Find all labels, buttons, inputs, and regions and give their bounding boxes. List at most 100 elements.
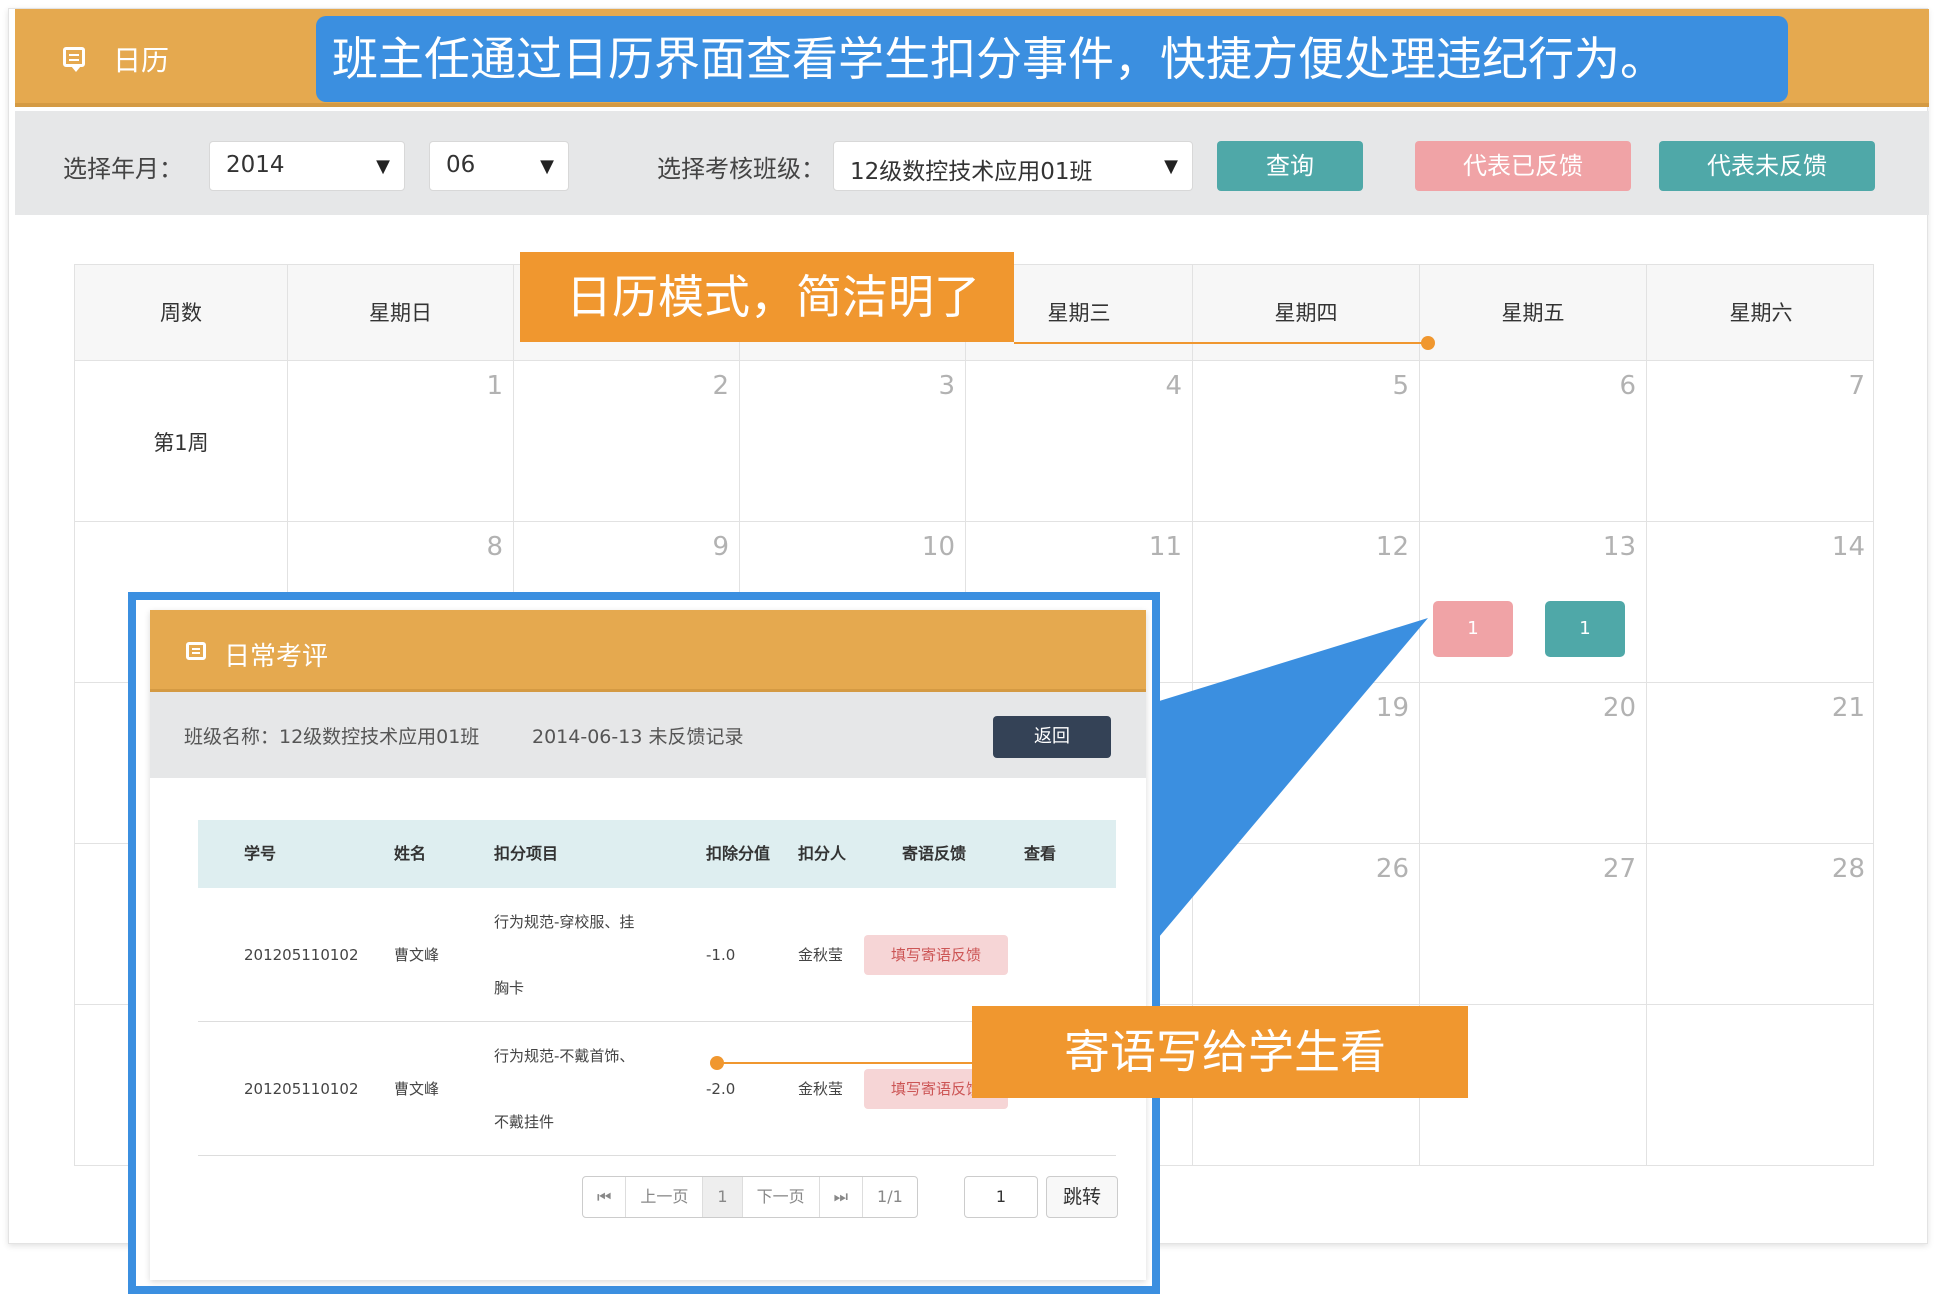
day-number: 1	[486, 371, 503, 401]
deduction-item-line2: 不戴挂件	[494, 1112, 555, 1131]
calendar-day-cell[interactable]	[1646, 1005, 1875, 1166]
student-name: 曹文峰	[394, 1080, 440, 1098]
scorer-name: 金秋莹	[798, 946, 844, 964]
col-feedback: 寄语反馈	[902, 844, 967, 863]
student-name: 曹文峰	[394, 946, 440, 964]
deduction-item-line1: 行为规范-不戴首饰、	[494, 1046, 635, 1065]
comment-icon	[63, 47, 85, 72]
calendar-day-cell[interactable]: 26	[1192, 844, 1419, 1004]
filter-toolbar: 选择年月： 2014 ▼ 06 ▼ 选择考核班级： 12级数控技术应用01班 ▼…	[15, 111, 1929, 215]
day-number: 11	[1148, 532, 1182, 562]
day-number: 20	[1602, 693, 1636, 723]
deduction-points: -2.0	[706, 1079, 736, 1098]
record-table: 学号 姓名 扣分项目 扣除分值 扣分人 寄语反馈 查看 201205110102…	[198, 820, 1116, 1156]
day-number: 3	[938, 371, 955, 401]
day-number: 4	[1165, 371, 1182, 401]
day-number: 6	[1619, 371, 1636, 401]
intro-callout: 班主任通过日历界面查看学生扣分事件，快捷方便处理违纪行为。	[316, 16, 1788, 102]
day-number: 26	[1375, 854, 1409, 884]
deduction-item-line2: 胸卡	[494, 978, 525, 997]
back-button[interactable]: 返回	[993, 716, 1111, 758]
table-row: 201205110102 曹文峰 行为规范-穿校服、挂 胸卡 -1.0 金秋莹 …	[198, 888, 1116, 1022]
deduction-item-line1: 行为规范-穿校服、挂	[494, 912, 635, 931]
deduction-points: -1.0	[706, 945, 736, 964]
deduction-item: 行为规范-不戴首饰、 不戴挂件	[494, 1022, 634, 1155]
col-student-id: 学号	[244, 844, 277, 863]
next-page-button[interactable]: 下一页	[741, 1177, 819, 1217]
header-sunday: 星期日	[287, 265, 513, 360]
day-number: 21	[1831, 693, 1865, 723]
calendar-day-cell[interactable]: 14	[1646, 522, 1875, 682]
calendar-day-cell[interactable]: 5	[1192, 361, 1419, 521]
header-friday: 星期五	[1419, 265, 1646, 360]
class-name: 班级名称：12级数控技术应用01班	[184, 726, 480, 748]
calendar-day-cell[interactable]: 1	[287, 361, 513, 521]
prev-page-button[interactable]: 上一页	[625, 1177, 702, 1217]
col-points: 扣除分值	[706, 844, 771, 863]
col-name: 姓名	[394, 844, 427, 863]
day-number: 10	[921, 532, 955, 562]
day-number: 19	[1375, 693, 1409, 723]
year-select[interactable]: 2014 ▼	[209, 141, 405, 191]
scorer-name: 金秋莹	[798, 1080, 844, 1098]
popup-frame: 日常考评 班级名称：12级数控技术应用01班 2014-06-13 未反馈记录 …	[128, 592, 1160, 1294]
day-number: 7	[1848, 371, 1865, 401]
day-number: 28	[1831, 854, 1865, 884]
day-number: 12	[1375, 532, 1409, 562]
calendar-day-cell[interactable]: 28	[1646, 844, 1875, 1004]
calendar-day-cell[interactable]: 4	[965, 361, 1192, 521]
deduction-item: 行为规范-穿校服、挂 胸卡	[494, 888, 634, 1021]
header-saturday: 星期六	[1646, 265, 1875, 360]
current-page[interactable]: 1	[702, 1177, 742, 1217]
feedback-callout: 寄语写给学生看	[972, 1006, 1468, 1098]
col-view: 查看	[1024, 844, 1057, 863]
dialog-subheader: 班级名称：12级数控技术应用01班 2014-06-13 未反馈记录 返回	[150, 692, 1146, 778]
calendar-week-row: 第1周 1 2 3 4 5 6 7	[75, 361, 1873, 522]
year-month-label: 选择年月：	[63, 155, 183, 183]
week-label: 第1周	[153, 431, 209, 455]
calendar-day-cell[interactable]: 3	[739, 361, 965, 521]
calendar-day-cell[interactable]: 6	[1419, 361, 1646, 521]
day-number: 13	[1602, 532, 1636, 562]
last-page-icon[interactable]: ⏭	[818, 1177, 862, 1217]
day-number: 9	[712, 532, 729, 562]
day-number: 8	[486, 532, 503, 562]
fed-back-badge[interactable]: 1	[1433, 601, 1513, 657]
dropdown-arrow-icon: ▼	[1164, 156, 1178, 177]
feedback-connector-dot	[710, 1056, 724, 1070]
calendar-day-cell[interactable]: 21	[1646, 683, 1875, 843]
callout-connector-dot	[1421, 336, 1435, 350]
calendar-callout: 日历模式，简洁明了	[520, 252, 1014, 342]
dropdown-arrow-icon: ▼	[376, 156, 390, 177]
day-number: 5	[1392, 371, 1409, 401]
jump-page-input[interactable]: 1	[964, 1176, 1038, 1218]
panel-title: 日历	[113, 44, 170, 77]
jump-button[interactable]: 跳转	[1046, 1176, 1118, 1218]
class-select[interactable]: 12级数控技术应用01班 ▼	[833, 141, 1193, 191]
table-header-row: 学号 姓名 扣分项目 扣除分值 扣分人 寄语反馈 查看	[198, 820, 1116, 888]
dialog-title: 日常考评	[224, 642, 329, 672]
write-feedback-button[interactable]: 填写寄语反馈	[864, 934, 1008, 975]
calendar-day-cell[interactable]: 27	[1419, 844, 1646, 1004]
calendar-day-cell[interactable]: 12	[1192, 522, 1419, 682]
page-total: 1/1	[862, 1177, 917, 1217]
calendar-day-cell[interactable]: 19	[1192, 683, 1419, 843]
calendar-day-cell[interactable]: 2	[513, 361, 739, 521]
dropdown-arrow-icon: ▼	[540, 156, 554, 177]
header-thursday: 星期四	[1192, 265, 1419, 360]
record-title: 2014-06-13 未反馈记录	[532, 726, 744, 748]
first-page-icon[interactable]: ⏮	[583, 1177, 625, 1217]
month-select[interactable]: 06 ▼	[429, 141, 569, 191]
daily-evaluation-dialog: 日常考评 班级名称：12级数控技术应用01班 2014-06-13 未反馈记录 …	[150, 610, 1146, 1280]
query-button[interactable]: 查询	[1217, 141, 1363, 191]
calendar-day-cell[interactable]: 7	[1646, 361, 1875, 521]
day-number: 27	[1602, 854, 1636, 884]
day-number: 2	[712, 371, 729, 401]
fed-back-legend: 代表已反馈	[1415, 141, 1631, 191]
not-fed-back-legend: 代表未反馈	[1659, 141, 1875, 191]
class-value: 12级数控技术应用01班	[850, 159, 1093, 185]
not-fed-back-badge[interactable]: 1	[1545, 601, 1625, 657]
calendar-day-cell[interactable]: 20	[1419, 683, 1646, 843]
col-item: 扣分项目	[494, 844, 559, 863]
month-value: 06	[446, 152, 476, 178]
